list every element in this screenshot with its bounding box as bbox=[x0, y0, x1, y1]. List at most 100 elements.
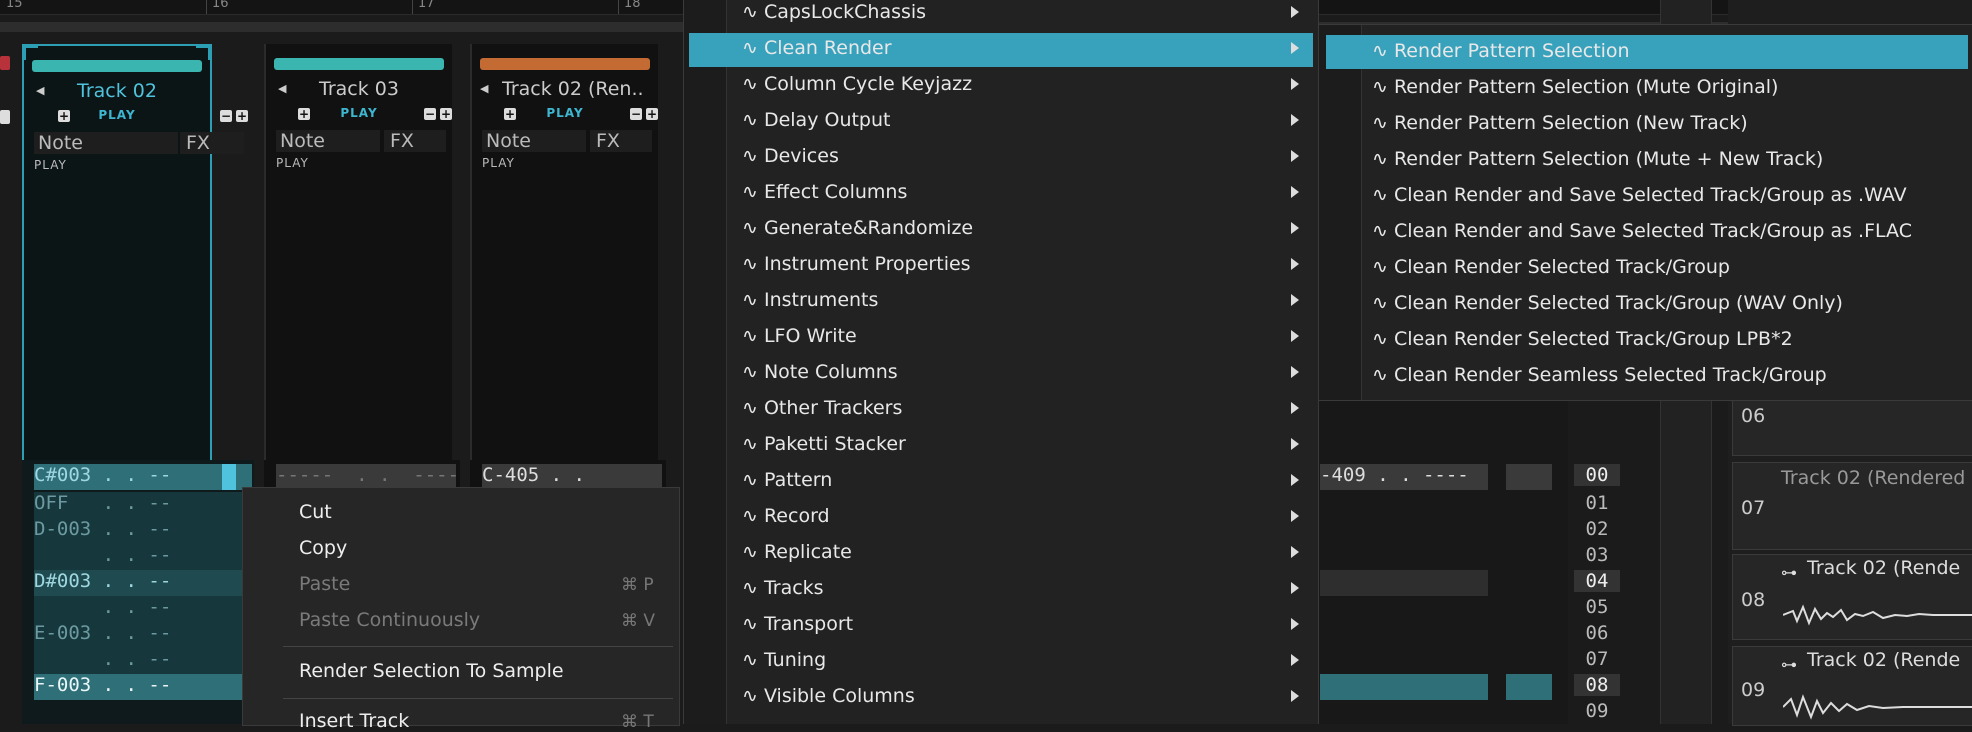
track-name[interactable]: Track 03 bbox=[266, 78, 452, 100]
menu-item-column-cycle-keyjazz[interactable]: ∿ Column Cycle Keyjazz bbox=[689, 69, 1313, 103]
pattern-row[interactable]: . . -- bbox=[34, 544, 252, 570]
note-column-header[interactable]: Note bbox=[482, 130, 586, 152]
menu-item-tracks[interactable]: ∿ Tracks bbox=[689, 573, 1313, 607]
menu-item-label: ∿ Clean Render Seamless Selected Track/G… bbox=[1372, 364, 1827, 386]
add-column-icon[interactable]: + bbox=[440, 108, 452, 120]
submenu-item-clean-render-selected-track-group-lpb-2[interactable]: ∿ Clean Render Selected Track/Group LPB*… bbox=[1326, 323, 1968, 357]
shortcut-paste-continuously: ⌘ V bbox=[621, 611, 656, 631]
pattern-row[interactable]: E-003 . . -- bbox=[34, 622, 252, 648]
pattern-row[interactable]: . . -- bbox=[34, 648, 252, 674]
collapse-arrow-icon[interactable]: ◀ bbox=[480, 82, 488, 95]
submenu-arrow-icon bbox=[1291, 510, 1299, 522]
menu-item-note-columns[interactable]: ∿ Note Columns bbox=[689, 357, 1313, 391]
submenu-item-clean-render-seamless-selected-track-group[interactable]: ∿ Clean Render Seamless Selected Track/G… bbox=[1326, 359, 1968, 393]
play-label: PLAY bbox=[98, 108, 136, 122]
pattern-row[interactable]: D#003 . . -- bbox=[34, 570, 252, 596]
menu-item-clean-render[interactable]: ∿ Clean Render bbox=[689, 33, 1313, 67]
submenu-arrow-icon bbox=[1291, 114, 1299, 126]
menu-item-pattern[interactable]: ∿ Pattern bbox=[689, 465, 1313, 499]
sample-slot-name: Track 02 (Rende bbox=[1807, 649, 1961, 671]
sample-slot[interactable]: 08 ⊶ Track 02 (Rende bbox=[1732, 554, 1972, 640]
menu-item-effect-columns[interactable]: ∿ Effect Columns bbox=[689, 177, 1313, 211]
submenu-item-render-pattern-selection-mute-original[interactable]: ∿ Render Pattern Selection (Mute Origina… bbox=[1326, 71, 1968, 105]
menu-item-label: ∿ Replicate bbox=[742, 541, 852, 563]
menu-item-label: ∿ Column Cycle Keyjazz bbox=[742, 73, 973, 95]
remove-column-icon[interactable]: − bbox=[630, 108, 642, 120]
ruler-label: 17 bbox=[418, 0, 435, 11]
menu-item-transport[interactable]: ∿ Transport bbox=[689, 609, 1313, 643]
menu-item-label: ∿ Record bbox=[742, 505, 830, 527]
submenu-item-render-pattern-selection[interactable]: ∿ Render Pattern Selection bbox=[1326, 35, 1968, 69]
menu-item-paketti-stacker[interactable]: ∿ Paketti Stacker bbox=[689, 429, 1313, 463]
menu-item-paste-continuously[interactable]: Paste Continuously bbox=[299, 609, 480, 631]
menu-item-insert-track[interactable]: Insert Track bbox=[299, 710, 409, 732]
remove-column-icon[interactable]: − bbox=[220, 110, 232, 122]
menu-item-visible-columns[interactable]: ∿ Visible Columns bbox=[689, 681, 1313, 715]
fx-column-header[interactable]: FX bbox=[590, 130, 652, 152]
menu-item-delay-output[interactable]: ∿ Delay Output bbox=[689, 105, 1313, 139]
add-column-icon[interactable]: + bbox=[236, 110, 248, 122]
note-column-header[interactable]: Note bbox=[276, 130, 380, 152]
menu-item-label: ∿ Render Pattern Selection bbox=[1372, 40, 1630, 62]
menu-item-lfo-write[interactable]: ∿ LFO Write bbox=[689, 321, 1313, 355]
submenu-item-render-pattern-selection-mute-new-track[interactable]: ∿ Render Pattern Selection (Mute + New T… bbox=[1326, 143, 1968, 177]
remove-column-icon[interactable]: − bbox=[424, 108, 436, 120]
pattern-row[interactable]: OFF . . -- bbox=[34, 492, 252, 518]
menu-item-copy[interactable]: Copy bbox=[299, 537, 347, 559]
submenu-item-clean-render-and-save-selected-track-group-as-wav[interactable]: ∿ Clean Render and Save Selected Track/G… bbox=[1326, 179, 1968, 213]
menu-item-label: ∿ Delay Output bbox=[742, 109, 891, 131]
menu-item-replicate[interactable]: ∿ Replicate bbox=[689, 537, 1313, 571]
row-number: 07 bbox=[1585, 648, 1609, 670]
menu-item-tuning[interactable]: ∿ Tuning bbox=[689, 645, 1313, 679]
submenu-item-clean-render-and-save-selected-track-group-as-flac[interactable]: ∿ Clean Render and Save Selected Track/G… bbox=[1326, 215, 1968, 249]
menu-item-cut[interactable]: Cut bbox=[299, 501, 332, 523]
sample-slot-number: 06 bbox=[1741, 405, 1766, 427]
menu-item-instrument-properties[interactable]: ∿ Instrument Properties bbox=[689, 249, 1313, 283]
submenu-arrow-icon bbox=[1291, 6, 1299, 18]
menu-item-label: ∿ Visible Columns bbox=[742, 685, 915, 707]
menu-item-record[interactable]: ∿ Record bbox=[689, 501, 1313, 535]
menu-item-capslockchassis[interactable]: ∿ CapsLockChassis bbox=[689, 0, 1313, 31]
menu-item-label: ∿ Pattern bbox=[742, 469, 833, 491]
fx-column-header[interactable]: FX bbox=[384, 130, 446, 152]
submenu-item-clean-render-selected-track-group-wav-only[interactable]: ∿ Clean Render Selected Track/Group (WAV… bbox=[1326, 287, 1968, 321]
menu-item-render-selection-to-sample[interactable]: Render Selection To Sample bbox=[299, 660, 564, 682]
submenu-item-render-pattern-selection-new-track[interactable]: ∿ Render Pattern Selection (New Track) bbox=[1326, 107, 1968, 141]
pattern-row-selected bbox=[1506, 674, 1552, 700]
menu-item-generate-randomize[interactable]: ∿ Generate&Randomize bbox=[689, 213, 1313, 247]
menu-item-label: ∿ Note Columns bbox=[742, 361, 898, 383]
track-header-track-02[interactable]: ◀ Track 02 + PLAY − + Note FX PLAY bbox=[22, 44, 248, 468]
submenu-arrow-icon bbox=[1291, 330, 1299, 342]
menu-item-label: ∿ CapsLockChassis bbox=[742, 1, 927, 23]
pattern-row[interactable]: -409 . . ---- bbox=[1320, 464, 1488, 490]
track-header-track-03[interactable]: ◀ Track 03 + PLAY − + Note FX PLAY bbox=[264, 44, 452, 464]
menu-item-label: ∿ Tracks bbox=[742, 577, 824, 599]
pattern-row-selected bbox=[1320, 674, 1488, 700]
pattern-row[interactable]: C#003 . . -- bbox=[34, 464, 252, 490]
track-color-bar bbox=[274, 58, 444, 70]
fx-column-header[interactable]: FX bbox=[180, 132, 244, 154]
add-column-fragment-icon[interactable] bbox=[0, 110, 10, 124]
pattern-row[interactable]: D-003 . . -- bbox=[34, 518, 252, 544]
menu-item-label: ∿ Generate&Randomize bbox=[742, 217, 974, 239]
pattern-row[interactable]: . . -- bbox=[34, 596, 252, 622]
menu-item-devices[interactable]: ∿ Devices bbox=[689, 141, 1313, 175]
track-header-track-02-rendered[interactable]: ◀ Track 02 (Ren.. + PLAY − + Note FX PLA… bbox=[470, 44, 658, 464]
menu-item-paste[interactable]: Paste bbox=[299, 573, 350, 595]
track-name[interactable]: Track 02 bbox=[24, 80, 210, 102]
note-column-header[interactable]: Note bbox=[34, 132, 178, 154]
track-name[interactable]: Track 02 (Ren.. bbox=[502, 78, 658, 100]
menu-item-other-trackers[interactable]: ∿ Other Trackers bbox=[689, 393, 1313, 427]
submenu-item-clean-render-selected-track-group[interactable]: ∿ Clean Render Selected Track/Group bbox=[1326, 251, 1968, 285]
ruler-label: 18 bbox=[624, 0, 641, 11]
play-sub-label: PLAY bbox=[276, 156, 309, 170]
add-column-icon[interactable]: + bbox=[646, 108, 658, 120]
selection-corner bbox=[22, 44, 38, 60]
menu-item-instruments[interactable]: ∿ Instruments bbox=[689, 285, 1313, 319]
pattern-cell[interactable] bbox=[1506, 464, 1552, 490]
sample-slot[interactable]: 09 ⊶ Track 02 (Rende bbox=[1732, 646, 1972, 726]
sample-slot[interactable]: 07 Track 02 (Rendered bbox=[1732, 462, 1972, 550]
pattern-context-menu: Cut Copy Paste ⌘ P Paste Continuously ⌘ … bbox=[242, 487, 680, 732]
pattern-row[interactable]: F-003 . . -- bbox=[34, 674, 252, 700]
menu-item-label: ∿ Effect Columns bbox=[742, 181, 908, 203]
